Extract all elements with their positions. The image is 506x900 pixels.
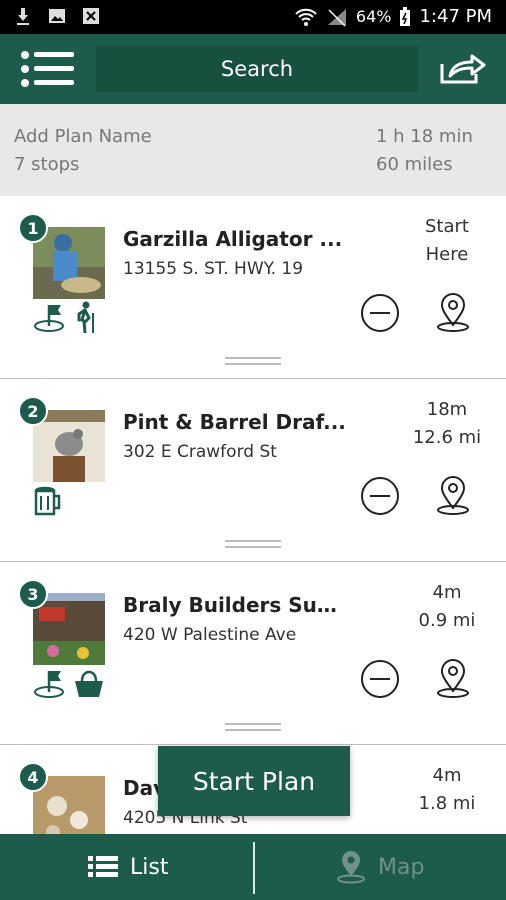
image-icon <box>49 9 65 23</box>
remove-stop-icon[interactable] <box>360 659 400 699</box>
stop-number-badge: 3 <box>18 579 48 609</box>
remove-stop-icon[interactable] <box>360 476 400 516</box>
list-icon <box>88 856 118 877</box>
drag-handle[interactable] <box>225 357 281 365</box>
stop-distance: 4m 1.8 mi <box>404 762 490 818</box>
stop-distance: 4m 0.9 mi <box>404 579 490 635</box>
bottom-tab-bar: List Map <box>0 834 506 900</box>
hiker-icon <box>77 301 94 333</box>
share-icon[interactable] <box>438 52 488 86</box>
search-button[interactable]: Search <box>96 46 418 92</box>
stop-address: 13155 S. ST. HWY. 19 <box>123 259 304 279</box>
stop-address: 420 W Palestine Ave <box>123 625 297 645</box>
stop-categories <box>33 484 63 516</box>
map-pin-icon[interactable] <box>432 657 474 699</box>
clock: 1:47 PM <box>419 6 492 27</box>
battery-percent: 64% <box>355 7 392 26</box>
stop-categories <box>33 301 99 333</box>
stop-title[interactable]: Pint & Barrel Draf... <box>123 410 348 434</box>
remove-stop-icon[interactable] <box>360 293 400 333</box>
flag-icon <box>34 305 64 332</box>
menu-icon[interactable] <box>20 50 76 88</box>
plan-distance: 60 miles <box>376 154 453 175</box>
system-icons: 64% 1:47 PM <box>294 6 492 27</box>
stop-distance-time: 18m <box>426 399 468 420</box>
close-box-icon <box>83 8 99 24</box>
tab-list[interactable]: List <box>88 834 168 900</box>
map-pin-icon[interactable] <box>432 474 474 516</box>
stop-number-badge: 4 <box>18 762 48 792</box>
tab-map-label: Map <box>378 854 425 880</box>
tab-list-label: List <box>130 854 169 880</box>
stop-item[interactable]: 1 Garzilla Alligator ... 13155 S. ST. HW… <box>0 197 506 379</box>
plan-name[interactable]: Add Plan Name <box>14 126 152 147</box>
plan-summary: Add Plan Name 7 stops 1 h 18 min 60 mile… <box>0 104 506 196</box>
status-bar: 64% 1:47 PM <box>0 0 506 34</box>
tab-map[interactable]: Map <box>336 834 424 900</box>
stop-distance-time: 4m <box>432 765 462 786</box>
stop-distance-time: 4m <box>432 582 462 603</box>
plan-stop-count: 7 stops <box>14 154 80 175</box>
stop-categories <box>33 667 105 699</box>
stop-number-badge: 1 <box>18 213 48 243</box>
stop-address: 302 E Crawford St <box>123 442 277 462</box>
start-plan-button[interactable]: Start Plan <box>158 746 350 816</box>
stop-distance-miles: 12.6 mi <box>412 427 482 448</box>
flag-icon <box>34 671 64 698</box>
tab-divider <box>253 842 255 894</box>
signal-icon <box>327 8 346 27</box>
stop-distance-miles: Here <box>425 244 469 265</box>
map-pin-icon <box>337 851 365 884</box>
stop-item[interactable]: 3 Braly Builders Sup... 420 W Palestine … <box>0 563 506 745</box>
drag-handle[interactable] <box>225 723 281 731</box>
search-label: Search <box>220 57 294 81</box>
map-pin-icon[interactable] <box>432 291 474 333</box>
stop-distance-miles: 1.8 mi <box>418 793 476 814</box>
beer-mug-icon <box>34 486 61 516</box>
stop-distance-time: Start <box>425 216 469 237</box>
stop-distance: Start Here <box>404 213 490 269</box>
download-icon <box>17 8 29 25</box>
stop-item[interactable]: 2 Pint & Barrel Draf... 302 E Crawford S… <box>0 380 506 562</box>
stop-title[interactable]: Braly Builders Sup... <box>123 593 348 617</box>
plan-duration: 1 h 18 min <box>376 126 473 147</box>
stop-distance: 18m 12.6 mi <box>404 396 490 452</box>
wifi-icon <box>295 8 317 26</box>
stop-distance-miles: 0.9 mi <box>418 610 476 631</box>
basket-icon <box>75 670 103 697</box>
start-plan-label: Start Plan <box>192 766 316 796</box>
notification-icons <box>14 6 100 26</box>
battery-icon <box>400 6 411 26</box>
app-bar: Search <box>0 34 506 104</box>
stop-title[interactable]: Garzilla Alligator ... <box>123 227 348 251</box>
drag-handle[interactable] <box>225 540 281 548</box>
stop-number-badge: 2 <box>18 396 48 426</box>
